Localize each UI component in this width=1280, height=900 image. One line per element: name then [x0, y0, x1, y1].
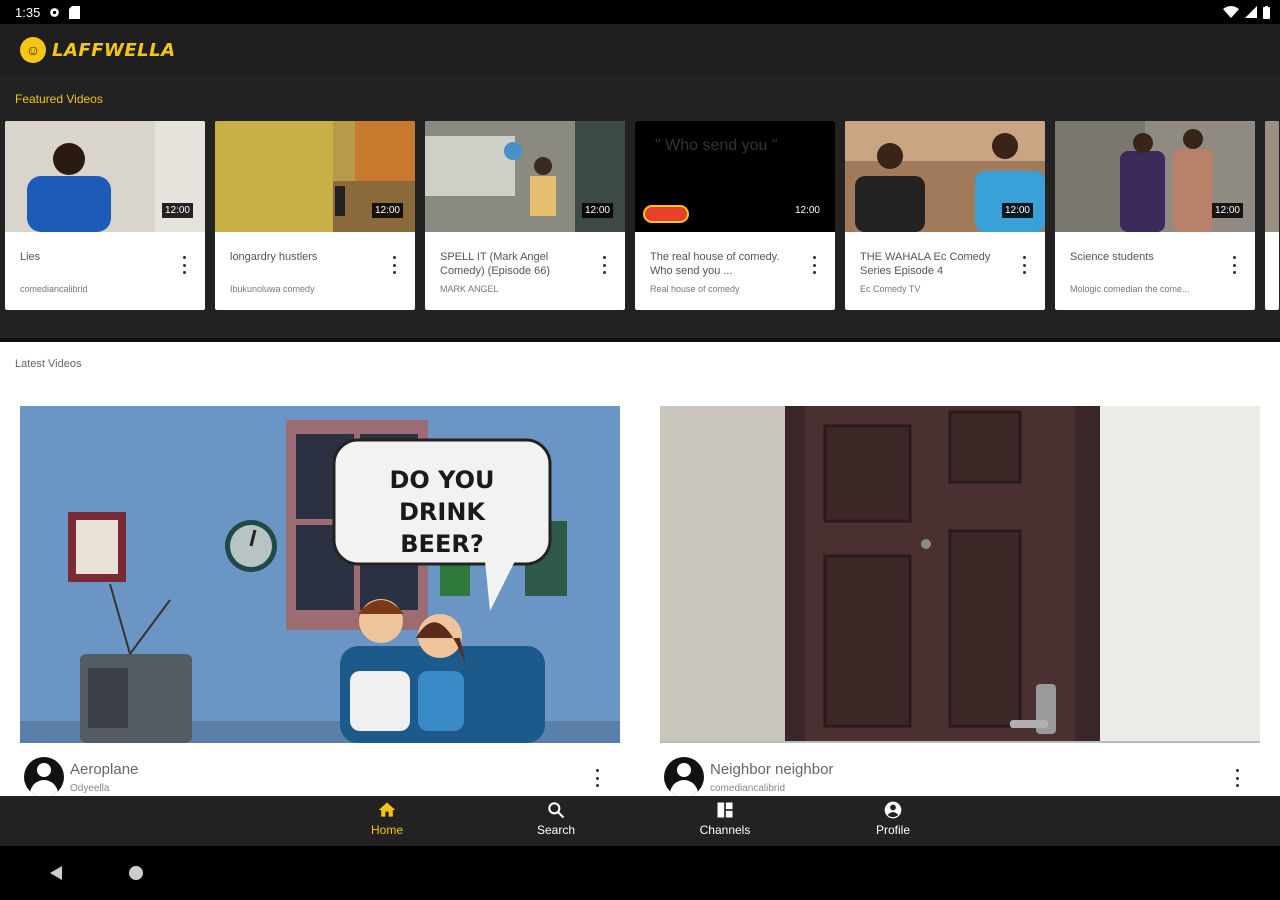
app-bar: ☺ LAFFWELLA	[0, 24, 1280, 76]
channel-avatar[interactable]	[664, 757, 704, 796]
video-title[interactable]: longardry hustlers	[230, 250, 385, 264]
duration-badge: 12:00	[1001, 203, 1033, 218]
nav-profile-label: Profile	[875, 823, 910, 837]
channel-name[interactable]: Ibukunoluwa comedy	[230, 284, 315, 294]
featured-video-card[interactable]: 12:00 THE WAHALA Ec Comedy Series Episod…	[845, 121, 1045, 310]
app-logo[interactable]: ☺ LAFFWELLA	[20, 37, 176, 63]
nav-search-label: Search	[536, 823, 576, 837]
video-title[interactable]: Science students	[1070, 250, 1225, 264]
duration-badge: 12:00	[371, 203, 403, 218]
home-button-icon[interactable]	[128, 865, 144, 881]
more-options-icon[interactable]	[601, 256, 607, 274]
channel-name[interactable]: MARK ANGEL	[440, 284, 499, 294]
video-thumbnail[interactable]: 12:00	[5, 121, 205, 232]
search-icon	[548, 802, 565, 819]
channel-logo	[643, 205, 689, 223]
nav-profile[interactable]: Profile	[853, 800, 933, 837]
featured-video-card[interactable]: 12:00 longardry hustlers Ibukunoluwa com…	[215, 121, 415, 310]
channel-name[interactable]: Ec Comedy TV	[860, 284, 920, 294]
latest-video-card[interactable]: Neighbor neighbor comediancalibrid	[660, 406, 1260, 796]
video-thumbnail[interactable]: 12:00	[1055, 121, 1255, 232]
nav-home[interactable]: Home	[347, 800, 427, 837]
video-title[interactable]: Aeroplane	[70, 761, 138, 778]
back-icon[interactable]	[48, 865, 64, 881]
latest-section: Latest Videos DO YOU DRINK BEER? Aeropla…	[0, 342, 1280, 796]
channel-avatar[interactable]	[24, 757, 64, 796]
featured-section: Featured Videos 12:00 Lies comediancalib…	[0, 76, 1280, 338]
video-title[interactable]: THE WAHALA Ec Comedy Series Episode 4	[860, 250, 1015, 278]
profile-icon	[884, 801, 902, 819]
featured-carousel[interactable]: 12:00 Lies comediancalibrid 12:00 longar…	[5, 121, 1279, 310]
settings-icon	[50, 7, 60, 17]
logo-text: LAFFWELLA	[52, 39, 176, 61]
thumbnail-overlay-text: " Who send you "	[655, 137, 778, 154]
more-options-icon[interactable]	[594, 769, 600, 787]
channel-name[interactable]: comediancalibrid	[710, 783, 785, 794]
latest-video-card[interactable]: DO YOU DRINK BEER? Aeroplane Odyeella	[20, 406, 620, 796]
bottom-navigation: Home Search Channels Profile	[0, 796, 1280, 846]
video-thumbnail[interactable]	[1265, 121, 1279, 232]
more-options-icon[interactable]	[811, 256, 817, 274]
more-options-icon[interactable]	[391, 256, 397, 274]
nav-channels[interactable]: Channels	[685, 800, 765, 837]
more-options-icon[interactable]	[1021, 256, 1027, 274]
video-title[interactable]: The real house of comedy. Who send you .…	[650, 250, 805, 278]
nav-home-label: Home	[370, 823, 403, 837]
video-thumbnail[interactable]: 12:00	[215, 121, 415, 232]
latest-title: Latest Videos	[15, 358, 82, 370]
featured-video-card[interactable]: 12:00 Lies comediancalibrid	[5, 121, 205, 310]
featured-video-card-partial[interactable]	[1265, 121, 1279, 310]
duration-badge: 12:00	[161, 203, 193, 218]
status-bar: 1:35	[0, 0, 1280, 24]
video-thumbnail[interactable]: 12:00	[425, 121, 625, 232]
more-options-icon[interactable]	[1234, 769, 1240, 787]
video-title[interactable]: Lies	[20, 250, 175, 264]
more-options-icon[interactable]	[181, 256, 187, 274]
nav-channels-label: Channels	[699, 823, 751, 837]
signal-icon	[1245, 6, 1257, 18]
featured-video-card[interactable]: " Who send you " 12:00 The real house of…	[635, 121, 835, 310]
more-options-icon[interactable]	[1231, 256, 1237, 274]
status-time: 1:35	[15, 4, 41, 20]
channels-icon	[717, 802, 733, 818]
nav-search[interactable]: Search	[516, 800, 596, 837]
featured-video-card[interactable]: 12:00 Science students Mologic comedian …	[1055, 121, 1255, 310]
channel-name[interactable]: comediancalibrid	[20, 284, 88, 294]
duration-badge: 12:00	[581, 203, 613, 218]
channel-name[interactable]: Odyeella	[70, 783, 109, 794]
video-thumbnail[interactable]	[660, 406, 1260, 743]
sim-card-icon	[69, 5, 81, 19]
channel-name[interactable]: Real house of comedy	[650, 284, 740, 294]
video-thumbnail[interactable]: DO YOU DRINK BEER?	[20, 406, 620, 743]
laughing-face-icon: ☺	[20, 37, 46, 63]
speech-bubble-text: DO YOU DRINK BEER?	[389, 466, 495, 558]
duration-badge: 12:00	[1211, 203, 1243, 218]
wifi-icon	[1223, 6, 1239, 18]
featured-video-card[interactable]: 12:00 SPELL IT (Mark Angel Comedy) (Epis…	[425, 121, 625, 310]
video-title[interactable]: SPELL IT (Mark Angel Comedy) (Episode 66…	[440, 250, 595, 278]
system-navigation-bar	[0, 846, 1280, 900]
video-thumbnail[interactable]: " Who send you " 12:00	[635, 121, 835, 232]
battery-icon	[1263, 5, 1270, 19]
video-thumbnail[interactable]: 12:00	[845, 121, 1045, 232]
featured-title: Featured Videos	[15, 92, 103, 106]
channel-name[interactable]: Mologic comedian the come...	[1070, 284, 1190, 294]
home-icon	[378, 802, 396, 817]
duration-badge: 12:00	[791, 203, 823, 218]
video-title[interactable]: Neighbor neighbor	[710, 761, 833, 778]
